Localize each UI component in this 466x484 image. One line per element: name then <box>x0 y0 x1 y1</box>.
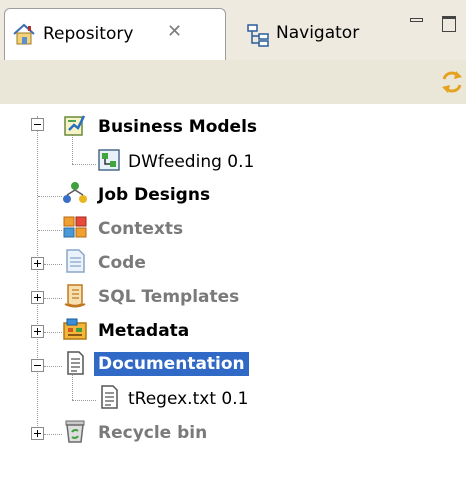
tree-item-label: Contexts <box>98 219 184 239</box>
maximize-icon <box>442 16 456 32</box>
close-icon[interactable]: ✕ <box>167 21 182 42</box>
documentation-icon <box>67 351 84 375</box>
text-file-icon <box>101 385 118 409</box>
tab-navigator[interactable]: Navigator <box>214 10 382 60</box>
tree-item-label: Documentation <box>94 352 249 376</box>
collapse-toggle[interactable] <box>31 118 44 131</box>
expand-toggle[interactable] <box>31 325 44 338</box>
view-tab-bar: Repository ✕ Navigator <box>0 0 466 61</box>
sql-template-icon <box>64 284 86 308</box>
tree-item-label: Code <box>98 253 146 273</box>
tree-item-contexts[interactable]: Contexts <box>0 214 466 246</box>
expand-toggle[interactable] <box>31 427 44 440</box>
repository-tree: Business Models DWfeeding 0.1 Job Design… <box>0 104 466 484</box>
refresh-icon[interactable] <box>438 69 466 95</box>
view-toolbar <box>0 60 466 105</box>
tree-item-label: DWfeeding 0.1 <box>128 152 255 172</box>
tree-item-label: tRegex.txt 0.1 <box>128 389 249 409</box>
tree-item-dwfeeding[interactable]: DWfeeding 0.1 <box>0 147 466 179</box>
navigator-icon <box>247 24 269 47</box>
contexts-icon <box>63 216 87 238</box>
collapse-toggle[interactable] <box>31 359 44 372</box>
tree-item-label: Recycle bin <box>98 423 208 443</box>
recycle-bin-icon <box>65 420 85 443</box>
tree-item-business-models[interactable]: Business Models <box>0 112 466 144</box>
minimize-button[interactable] <box>410 16 424 30</box>
tree-item-metadata[interactable]: Metadata <box>0 316 466 348</box>
tab-repository-label: Repository <box>43 24 134 44</box>
code-file-icon <box>66 249 85 273</box>
tab-repository[interactable]: Repository ✕ <box>4 8 226 61</box>
metadata-icon <box>63 318 87 340</box>
expand-toggle[interactable] <box>31 257 44 270</box>
maximize-button[interactable] <box>442 16 466 36</box>
job-designs-icon <box>63 182 87 203</box>
tree-item-job-designs[interactable]: Job Designs <box>0 180 466 212</box>
minimize-icon <box>410 18 423 22</box>
tree-item-label: Business Models <box>98 117 258 137</box>
expand-toggle[interactable] <box>31 291 44 304</box>
tree-item-documentation[interactable]: Documentation <box>0 350 466 382</box>
tree-item-label: Metadata <box>98 321 190 341</box>
business-model-item-icon <box>98 149 120 171</box>
tree-item-sql-templates[interactable]: SQL Templates <box>0 282 466 314</box>
tree-item-recycle-bin[interactable]: Recycle bin <box>0 418 466 450</box>
tree-item-tregex[interactable]: tRegex.txt 0.1 <box>0 384 466 416</box>
tree-item-label: Job Designs <box>98 185 211 205</box>
tree-item-code[interactable]: Code <box>0 248 466 280</box>
tab-navigator-label: Navigator <box>276 23 360 43</box>
business-model-icon <box>64 115 86 136</box>
tree-item-label: SQL Templates <box>98 287 240 307</box>
house-icon <box>13 23 35 45</box>
